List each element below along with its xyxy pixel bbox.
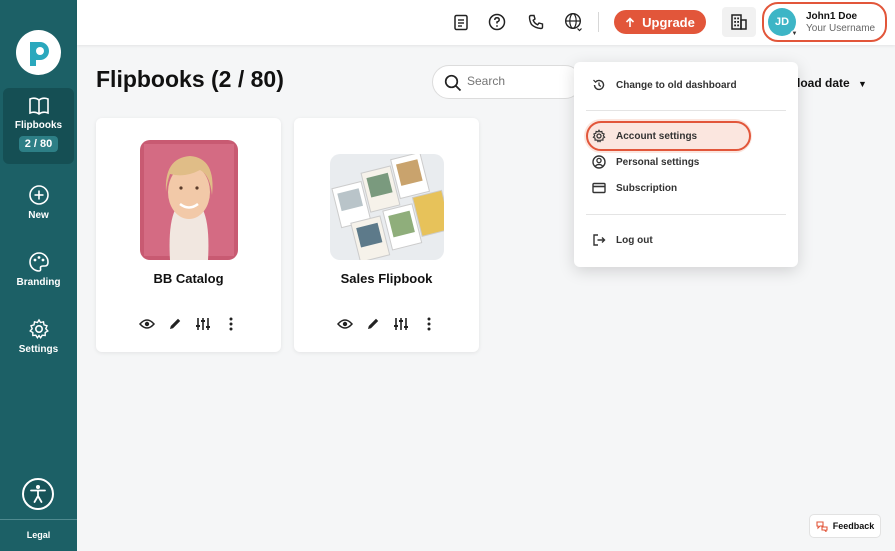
flipbook-card[interactable]: BB Catalog	[96, 118, 281, 352]
menu-item-label: Account settings	[616, 130, 698, 142]
accessibility-icon	[30, 485, 46, 503]
card-title: Sales Flipbook	[340, 271, 433, 286]
menu-item-label: Change to old dashboard	[616, 79, 737, 91]
upgrade-button[interactable]: Upgrade	[614, 10, 706, 34]
card-actions	[294, 316, 479, 332]
gear-icon	[592, 129, 606, 143]
catalog-cover-image	[140, 140, 238, 260]
menu-item-logout[interactable]: Log out	[592, 231, 653, 249]
plus-circle-icon	[28, 185, 49, 205]
menu-item-label: Log out	[616, 234, 653, 246]
preview-eye-icon[interactable]	[138, 316, 155, 332]
sidebar-divider	[0, 519, 77, 520]
sidebar-item-label: New	[28, 210, 49, 221]
top-header: Upgrade JD ▼ John1 Doe Your Username	[77, 0, 895, 45]
menu-item-label: Subscription	[616, 182, 678, 194]
user-dropdown-menu: Change to old dashboard Account settings…	[574, 62, 798, 267]
sidebar-item-branding[interactable]: Branding	[0, 251, 77, 288]
menu-item-personal-settings[interactable]: Personal settings	[592, 153, 699, 171]
menu-item-account-settings[interactable]: Account settings	[592, 127, 697, 145]
gear-icon	[28, 318, 49, 340]
menu-divider	[586, 110, 786, 111]
building-icon	[731, 14, 747, 30]
help-icon[interactable]	[487, 12, 507, 32]
search-box[interactable]	[432, 65, 582, 99]
sort-dropdown[interactable]: load date ▼	[797, 76, 867, 90]
feedback-icon	[816, 521, 828, 532]
phone-icon[interactable]	[526, 12, 546, 32]
menu-divider	[586, 214, 786, 215]
user-name: John1 Doe	[806, 11, 858, 22]
chevron-down-icon: ▼	[790, 30, 799, 39]
sidebar-item-settings[interactable]: Settings	[0, 318, 77, 355]
header-divider	[598, 12, 599, 32]
caret-down-icon: ▼	[858, 79, 867, 89]
search-icon	[444, 74, 462, 92]
flipbook-thumbnail[interactable]	[330, 154, 444, 260]
sales-flipbook-cover-image	[330, 154, 444, 260]
menu-item-label: Personal settings	[616, 156, 700, 168]
search-input[interactable]	[467, 74, 567, 88]
menu-item-old-dashboard[interactable]: Change to old dashboard	[592, 76, 737, 94]
sidebar-item-label: Flipbooks	[14, 120, 63, 131]
sidebar-item-new[interactable]: New	[0, 184, 77, 221]
user-menu-button[interactable]: JD ▼ John1 Doe Your Username	[762, 2, 887, 42]
flipbook-card[interactable]: Sales Flipbook	[294, 118, 479, 352]
more-vertical-icon[interactable]	[223, 316, 239, 332]
page-title: Flipbooks (2 / 80)	[96, 66, 284, 92]
accessibility-button[interactable]	[22, 478, 54, 510]
flipbook-thumbnail[interactable]	[140, 140, 238, 260]
feedback-label: Feedback	[832, 521, 875, 531]
book-icon	[28, 97, 49, 115]
organization-button[interactable]	[722, 7, 756, 37]
menu-item-subscription[interactable]: Subscription	[592, 179, 677, 197]
history-icon	[592, 78, 606, 92]
edit-pencil-icon[interactable]	[167, 316, 183, 332]
sidebar-item-flipbooks[interactable]: Flipbooks 2 / 80	[3, 88, 74, 164]
app-logo[interactable]	[16, 30, 61, 75]
arrow-up-icon	[626, 16, 635, 27]
more-vertical-icon[interactable]	[421, 316, 437, 332]
sidebar-item-label: Branding	[16, 277, 61, 288]
sort-label: load date	[797, 76, 850, 90]
palette-icon	[28, 252, 49, 272]
upgrade-label: Upgrade	[642, 14, 695, 30]
user-username: Your Username	[806, 23, 876, 34]
logout-icon	[592, 233, 606, 247]
sidebar-item-label: Settings	[18, 344, 59, 355]
user-circle-icon	[592, 155, 606, 169]
credit-card-icon	[592, 181, 606, 195]
preview-eye-icon[interactable]	[336, 316, 353, 332]
logo-icon	[29, 41, 49, 66]
card-actions	[96, 316, 281, 332]
sidebar: Flipbooks 2 / 80 New Branding Settings L…	[0, 0, 77, 551]
edit-pencil-icon[interactable]	[365, 316, 381, 332]
flipbook-count-badge: 2 / 80	[18, 136, 59, 152]
sliders-icon[interactable]	[393, 316, 409, 332]
sliders-icon[interactable]	[195, 316, 211, 332]
card-title: BB Catalog	[153, 271, 224, 286]
feedback-button[interactable]: Feedback	[809, 514, 881, 538]
legal-link[interactable]: Legal	[0, 530, 77, 540]
language-globe-icon[interactable]	[564, 12, 584, 32]
document-icon[interactable]	[451, 12, 471, 32]
